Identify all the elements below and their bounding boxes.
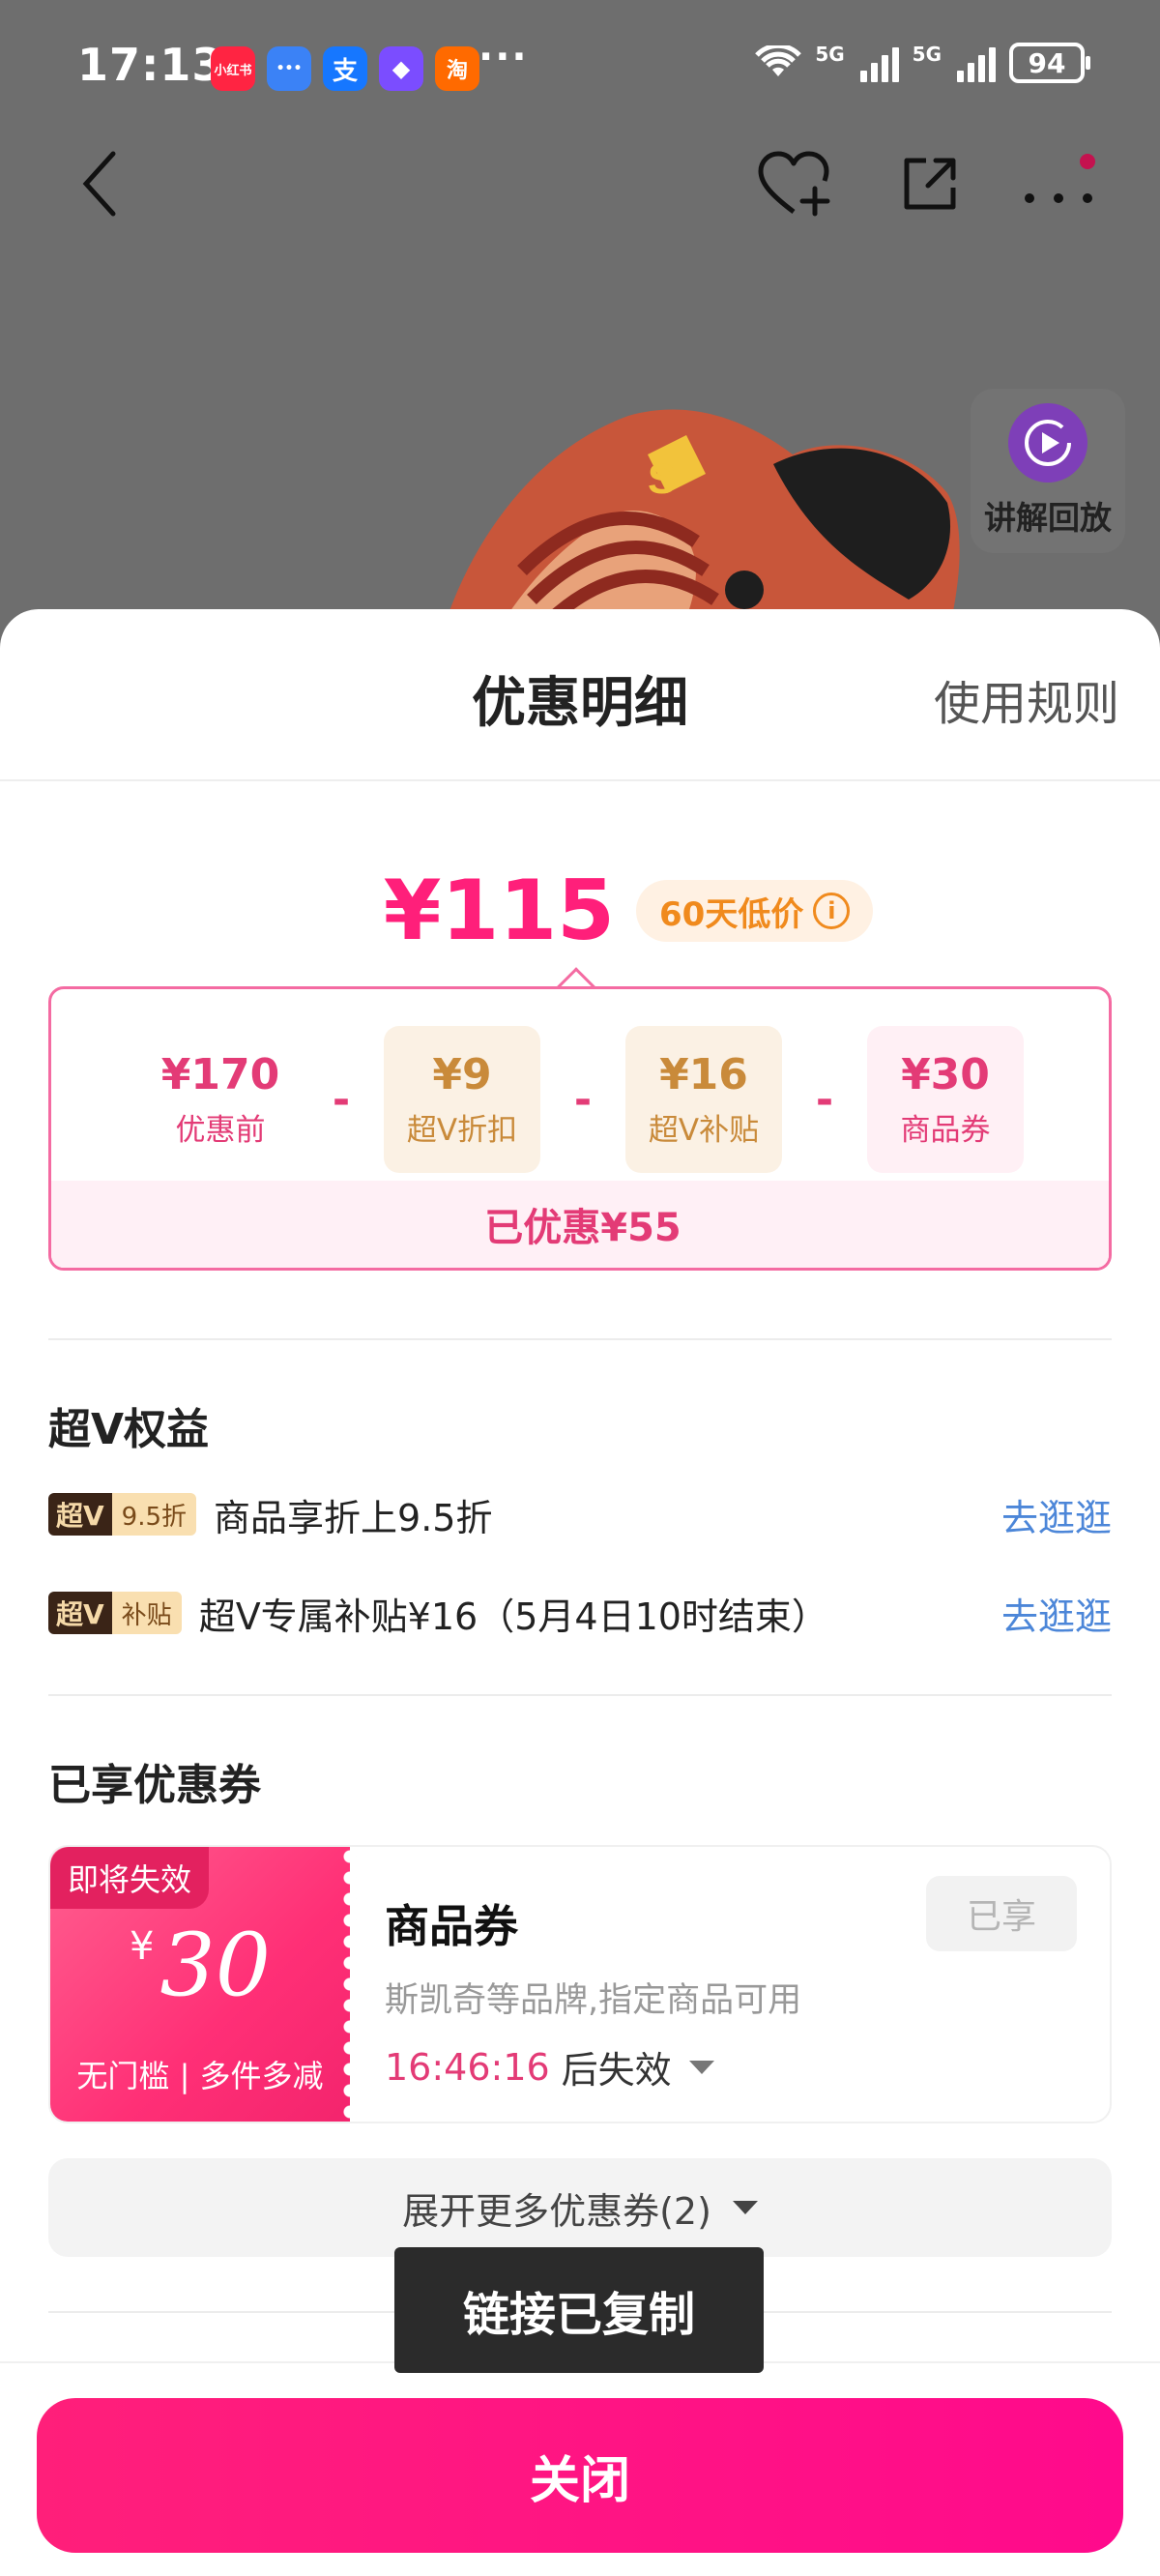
browse-link[interactable]: 去逛逛 — [1001, 1587, 1112, 1640]
close-button[interactable]: 关闭 — [37, 2398, 1123, 2553]
breakdown-items: ¥170 优惠前 - ¥9 超V折扣 - ¥16 超V补贴 - ¥30 商品券 — [51, 1026, 1109, 1173]
wifi-icon — [755, 45, 802, 76]
vip-benefits-title: 超V权益 — [48, 1405, 210, 1454]
favorite-button[interactable] — [752, 135, 839, 232]
original-price-amount: ¥170 — [160, 1050, 280, 1099]
coupon-currency: ¥ — [130, 1924, 155, 1969]
back-button[interactable] — [56, 135, 143, 232]
usage-rules-link[interactable]: 使用规则 — [934, 665, 1119, 733]
coupon-discount-label: 商品券 — [900, 1113, 991, 1148]
chevron-down-icon — [688, 2060, 714, 2074]
vip-benefit-row: 超V 补贴 超V专属补贴¥16（5月4日10时结束） 去逛逛 — [48, 1584, 1112, 1642]
vip-tag-value: 补贴 — [111, 1592, 182, 1634]
product-page-background: 17:13 小红书 ••• 支 ◆ 淘 ··· 5G 5G 94 S 讲解回放 — [0, 0, 1160, 677]
coupon-expiry[interactable]: 16:46:16 后失效 — [385, 2040, 714, 2093]
applied-coupons-title: 已享优惠券 — [48, 1761, 261, 1810]
product-nav-bar — [0, 135, 1160, 242]
final-price: ¥115 — [383, 863, 616, 959]
vip-tag-label: 超V — [48, 1592, 112, 1634]
vip-discount-item: ¥9 超V折扣 — [384, 1026, 540, 1173]
vip-tag-value: 9.5折 — [111, 1493, 197, 1536]
network-type-label: 5G — [815, 43, 845, 66]
coupon-discount-item: ¥30 商品券 — [867, 1026, 1024, 1173]
total-saved: 已优惠¥55 — [51, 1181, 1109, 1268]
coupon-name: 商品券 — [385, 1900, 518, 1952]
vip-discount-label: 超V折扣 — [406, 1113, 518, 1148]
status-bar: 17:13 小红书 ••• 支 ◆ 淘 ··· 5G 5G 94 — [0, 0, 1160, 145]
low-price-label: 60天低价 — [659, 894, 804, 934]
low-price-badge[interactable]: 60天低价 i — [636, 880, 874, 942]
vip-subsidy-item: ¥16 超V补贴 — [625, 1026, 782, 1173]
vip-discount-amount: ¥9 — [432, 1050, 492, 1099]
coupon-value-panel: 即将失效 ¥30 无门槛 | 多件多减 — [50, 1847, 358, 2122]
svg-text:S: S — [648, 455, 676, 503]
expiring-tag: 即将失效 — [50, 1847, 210, 1909]
coupon-discount-amount: ¥30 — [901, 1050, 990, 1099]
notification-app-icons: 小红书 ••• 支 ◆ 淘 — [211, 46, 479, 91]
coupon-card[interactable]: 即将失效 ¥30 无门槛 | 多件多减 商品券 已享 斯凯奇等品牌,指定商品可用… — [48, 1845, 1112, 2123]
coupon-expiry-suffix: 后失效 — [561, 2049, 672, 2092]
status-indicators: 5G 5G 94 — [755, 43, 1090, 83]
vip-benefit-text: 商品享折上9.5折 — [214, 1496, 493, 1539]
more-dots-icon — [1025, 154, 1095, 203]
final-price-row: ¥115 60天低价 i — [0, 863, 1160, 959]
share-icon — [904, 158, 956, 210]
original-price-label: 优惠前 — [175, 1113, 266, 1148]
signal-strength-icon — [859, 44, 899, 82]
sheet-header: 优惠明细 使用规则 — [0, 609, 1160, 781]
taobao-icon: 淘 — [435, 46, 479, 91]
info-icon: i — [813, 893, 851, 929]
coupon-condition: 无门槛 | 多件多减 — [76, 2058, 324, 2094]
minus-sign: - — [332, 1074, 351, 1125]
vip-discount-tag: 超V 9.5折 — [48, 1493, 197, 1536]
signal-strength-icon-2 — [957, 44, 996, 82]
network-type-label-2: 5G — [912, 43, 942, 66]
battery-icon: 94 — [1009, 43, 1090, 83]
coupon-amount: ¥30 — [50, 1915, 350, 2016]
status-time: 17:13 — [77, 39, 224, 91]
vip-tag-label: 超V — [48, 1493, 112, 1536]
vip-benefit-text: 超V专属补贴¥16（5月4日10时结束） — [198, 1595, 828, 1638]
browse-link[interactable]: 去逛逛 — [1001, 1488, 1112, 1541]
xiaohongshu-icon: 小红书 — [211, 46, 255, 91]
more-notifications-icon: ··· — [478, 35, 529, 79]
coupon-countdown: 16:46:16 — [385, 2045, 550, 2089]
alipay-icon: 支 — [323, 46, 367, 91]
section-divider — [48, 1338, 1112, 1340]
bottom-action-bar: 关闭 — [0, 2361, 1160, 2576]
coupon-description: 斯凯奇等品牌,指定商品可用 — [385, 1981, 802, 2020]
vip-subsidy-amount: ¥16 — [659, 1050, 748, 1099]
coupon-status-badge: 已享 — [926, 1876, 1077, 1951]
vip-subsidy-label: 超V补贴 — [648, 1113, 760, 1148]
expand-more-label: 展开更多优惠券(2) — [402, 2189, 711, 2233]
more-options-button[interactable] — [1015, 135, 1102, 232]
share-button[interactable] — [886, 135, 973, 232]
toast-message: 链接已复制 — [394, 2247, 764, 2373]
messages-icon: ••• — [267, 46, 311, 91]
vip-subsidy-tag: 超V 补贴 — [48, 1592, 182, 1634]
app-diamond-icon: ◆ — [379, 46, 423, 91]
replay-label: 讲解回放 — [984, 499, 1112, 537]
vip-benefit-row: 超V 9.5折 商品享折上9.5折 去逛逛 — [48, 1485, 1112, 1543]
expand-more-coupons-button[interactable]: 展开更多优惠券(2) — [48, 2158, 1112, 2257]
section-divider — [48, 1694, 1112, 1696]
chevron-left-icon — [82, 151, 116, 217]
replay-icon — [1008, 403, 1088, 483]
minus-sign: - — [573, 1074, 593, 1125]
replay-button[interactable]: 讲解回放 — [971, 389, 1125, 553]
minus-sign: - — [815, 1074, 834, 1125]
price-breakdown-box: ¥170 优惠前 - ¥9 超V折扣 - ¥16 超V补贴 - ¥30 商品券 … — [48, 986, 1112, 1271]
heart-add-icon — [758, 151, 830, 217]
original-price-item: ¥170 优惠前 — [142, 1026, 299, 1173]
chevron-down-icon — [732, 2201, 758, 2214]
coupon-value: 30 — [160, 1915, 271, 2016]
